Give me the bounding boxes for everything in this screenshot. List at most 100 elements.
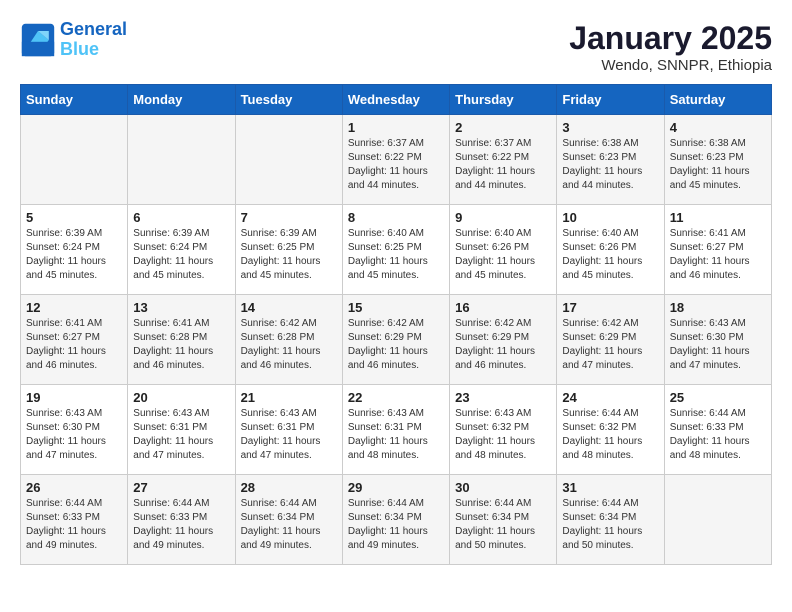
- calendar-cell: 17 Sunrise: 6:42 AM Sunset: 6:29 PM Dayli…: [557, 295, 664, 385]
- logo-line1: General: [60, 19, 127, 39]
- calendar-table: SundayMondayTuesdayWednesdayThursdayFrid…: [20, 84, 772, 565]
- calendar-cell: 27 Sunrise: 6:44 AM Sunset: 6:33 PM Dayli…: [128, 475, 235, 565]
- day-info: Sunrise: 6:42 AM Sunset: 6:29 PM Dayligh…: [562, 317, 658, 373]
- calendar-cell: 12 Sunrise: 6:41 AM Sunset: 6:27 PM Dayli…: [21, 295, 128, 385]
- calendar-cell: 29 Sunrise: 6:44 AM Sunset: 6:34 PM Dayli…: [342, 475, 449, 565]
- day-number: 29: [348, 480, 444, 495]
- day-info: Sunrise: 6:44 AM Sunset: 6:33 PM Dayligh…: [670, 407, 766, 463]
- day-info: Sunrise: 6:37 AM Sunset: 6:22 PM Dayligh…: [348, 137, 444, 193]
- header-day-sunday: Sunday: [21, 85, 128, 115]
- day-info: Sunrise: 6:43 AM Sunset: 6:30 PM Dayligh…: [670, 317, 766, 373]
- day-number: 4: [670, 120, 766, 135]
- day-info: Sunrise: 6:44 AM Sunset: 6:34 PM Dayligh…: [562, 497, 658, 553]
- calendar-cell: [664, 475, 771, 565]
- day-info: Sunrise: 6:43 AM Sunset: 6:31 PM Dayligh…: [241, 407, 337, 463]
- day-number: 13: [133, 300, 229, 315]
- calendar-cell: 18 Sunrise: 6:43 AM Sunset: 6:30 PM Dayli…: [664, 295, 771, 385]
- day-number: 2: [455, 120, 551, 135]
- header-day-friday: Friday: [557, 85, 664, 115]
- calendar-cell: 21 Sunrise: 6:43 AM Sunset: 6:31 PM Dayli…: [235, 385, 342, 475]
- day-number: 9: [455, 210, 551, 225]
- day-info: Sunrise: 6:40 AM Sunset: 6:26 PM Dayligh…: [562, 227, 658, 283]
- logo: General Blue: [20, 20, 127, 60]
- day-number: 19: [26, 390, 122, 405]
- calendar-cell: 8Sunrise: 6:40 AM Sunset: 6:25 PM Daylig…: [342, 205, 449, 295]
- calendar-cell: 30 Sunrise: 6:44 AM Sunset: 6:34 PM Dayli…: [450, 475, 557, 565]
- calendar-cell: 2 Sunrise: 6:37 AM Sunset: 6:22 PM Daylig…: [450, 115, 557, 205]
- day-info: Sunrise: 6:38 AM Sunset: 6:23 PM Dayligh…: [670, 137, 766, 193]
- calendar-cell: 25Sunrise: 6:44 AM Sunset: 6:33 PM Dayli…: [664, 385, 771, 475]
- calendar-cell: 6 Sunrise: 6:39 AM Sunset: 6:24 PM Daylig…: [128, 205, 235, 295]
- day-number: 27: [133, 480, 229, 495]
- day-info: Sunrise: 6:44 AM Sunset: 6:33 PM Dayligh…: [26, 497, 122, 553]
- day-number: 30: [455, 480, 551, 495]
- day-info: Sunrise: 6:39 AM Sunset: 6:24 PM Dayligh…: [133, 227, 229, 283]
- day-number: 20: [133, 390, 229, 405]
- calendar-cell: 26Sunrise: 6:44 AM Sunset: 6:33 PM Dayli…: [21, 475, 128, 565]
- day-number: 11: [670, 210, 766, 225]
- day-info: Sunrise: 6:44 AM Sunset: 6:33 PM Dayligh…: [133, 497, 229, 553]
- calendar-cell: 31 Sunrise: 6:44 AM Sunset: 6:34 PM Dayli…: [557, 475, 664, 565]
- header-day-monday: Monday: [128, 85, 235, 115]
- logo-line2: Blue: [60, 39, 99, 59]
- day-info: Sunrise: 6:44 AM Sunset: 6:34 PM Dayligh…: [348, 497, 444, 553]
- day-number: 12: [26, 300, 122, 315]
- day-number: 31: [562, 480, 658, 495]
- day-number: 16: [455, 300, 551, 315]
- calendar-cell: 7Sunrise: 6:39 AM Sunset: 6:25 PM Daylig…: [235, 205, 342, 295]
- calendar-cell: 22Sunrise: 6:43 AM Sunset: 6:31 PM Dayli…: [342, 385, 449, 475]
- calendar-week-row: 12 Sunrise: 6:41 AM Sunset: 6:27 PM Dayli…: [21, 295, 772, 385]
- calendar-cell: 4 Sunrise: 6:38 AM Sunset: 6:23 PM Daylig…: [664, 115, 771, 205]
- day-info: Sunrise: 6:42 AM Sunset: 6:29 PM Dayligh…: [455, 317, 551, 373]
- calendar-cell: 19 Sunrise: 6:43 AM Sunset: 6:30 PM Dayli…: [21, 385, 128, 475]
- calendar-cell: 9 Sunrise: 6:40 AM Sunset: 6:26 PM Daylig…: [450, 205, 557, 295]
- day-info: Sunrise: 6:40 AM Sunset: 6:25 PM Dayligh…: [348, 227, 444, 283]
- calendar-cell: 28Sunrise: 6:44 AM Sunset: 6:34 PM Dayli…: [235, 475, 342, 565]
- logo-icon: [20, 22, 56, 58]
- calendar-cell: 15Sunrise: 6:42 AM Sunset: 6:29 PM Dayli…: [342, 295, 449, 385]
- calendar-cell: 11 Sunrise: 6:41 AM Sunset: 6:27 PM Dayli…: [664, 205, 771, 295]
- header-day-thursday: Thursday: [450, 85, 557, 115]
- day-info: Sunrise: 6:43 AM Sunset: 6:31 PM Dayligh…: [348, 407, 444, 463]
- day-number: 23: [455, 390, 551, 405]
- calendar-week-row: 5 Sunrise: 6:39 AM Sunset: 6:24 PM Daylig…: [21, 205, 772, 295]
- calendar-cell: [235, 115, 342, 205]
- calendar-cell: 16 Sunrise: 6:42 AM Sunset: 6:29 PM Dayli…: [450, 295, 557, 385]
- calendar-cell: 23Sunrise: 6:43 AM Sunset: 6:32 PM Dayli…: [450, 385, 557, 475]
- calendar-cell: 20 Sunrise: 6:43 AM Sunset: 6:31 PM Dayli…: [128, 385, 235, 475]
- calendar-cell: 10 Sunrise: 6:40 AM Sunset: 6:26 PM Dayli…: [557, 205, 664, 295]
- calendar-week-row: 19 Sunrise: 6:43 AM Sunset: 6:30 PM Dayli…: [21, 385, 772, 475]
- header-day-wednesday: Wednesday: [342, 85, 449, 115]
- logo-text: General Blue: [60, 20, 127, 60]
- day-number: 10: [562, 210, 658, 225]
- calendar-week-row: 1Sunrise: 6:37 AM Sunset: 6:22 PM Daylig…: [21, 115, 772, 205]
- day-info: Sunrise: 6:44 AM Sunset: 6:34 PM Dayligh…: [455, 497, 551, 553]
- day-number: 15: [348, 300, 444, 315]
- day-number: 17: [562, 300, 658, 315]
- day-info: Sunrise: 6:41 AM Sunset: 6:27 PM Dayligh…: [26, 317, 122, 373]
- day-info: Sunrise: 6:43 AM Sunset: 6:30 PM Dayligh…: [26, 407, 122, 463]
- calendar-cell: 24Sunrise: 6:44 AM Sunset: 6:32 PM Dayli…: [557, 385, 664, 475]
- day-info: Sunrise: 6:41 AM Sunset: 6:28 PM Dayligh…: [133, 317, 229, 373]
- calendar-cell: [128, 115, 235, 205]
- day-number: 28: [241, 480, 337, 495]
- day-info: Sunrise: 6:39 AM Sunset: 6:25 PM Dayligh…: [241, 227, 337, 283]
- day-info: Sunrise: 6:43 AM Sunset: 6:31 PM Dayligh…: [133, 407, 229, 463]
- day-info: Sunrise: 6:37 AM Sunset: 6:22 PM Dayligh…: [455, 137, 551, 193]
- calendar-header-row: SundayMondayTuesdayWednesdayThursdayFrid…: [21, 85, 772, 115]
- day-info: Sunrise: 6:41 AM Sunset: 6:27 PM Dayligh…: [670, 227, 766, 283]
- calendar-cell: 3Sunrise: 6:38 AM Sunset: 6:23 PM Daylig…: [557, 115, 664, 205]
- day-info: Sunrise: 6:38 AM Sunset: 6:23 PM Dayligh…: [562, 137, 658, 193]
- day-number: 21: [241, 390, 337, 405]
- calendar-cell: 14Sunrise: 6:42 AM Sunset: 6:28 PM Dayli…: [235, 295, 342, 385]
- page-header: General Blue January 2025 Wendo, SNNPR, …: [20, 20, 772, 74]
- day-info: Sunrise: 6:40 AM Sunset: 6:26 PM Dayligh…: [455, 227, 551, 283]
- calendar-cell: 5 Sunrise: 6:39 AM Sunset: 6:24 PM Daylig…: [21, 205, 128, 295]
- location-subtitle: Wendo, SNNPR, Ethiopia: [569, 57, 772, 74]
- calendar-week-row: 26Sunrise: 6:44 AM Sunset: 6:33 PM Dayli…: [21, 475, 772, 565]
- calendar-cell: 13 Sunrise: 6:41 AM Sunset: 6:28 PM Dayli…: [128, 295, 235, 385]
- day-number: 18: [670, 300, 766, 315]
- day-info: Sunrise: 6:39 AM Sunset: 6:24 PM Dayligh…: [26, 227, 122, 283]
- day-number: 6: [133, 210, 229, 225]
- day-number: 5: [26, 210, 122, 225]
